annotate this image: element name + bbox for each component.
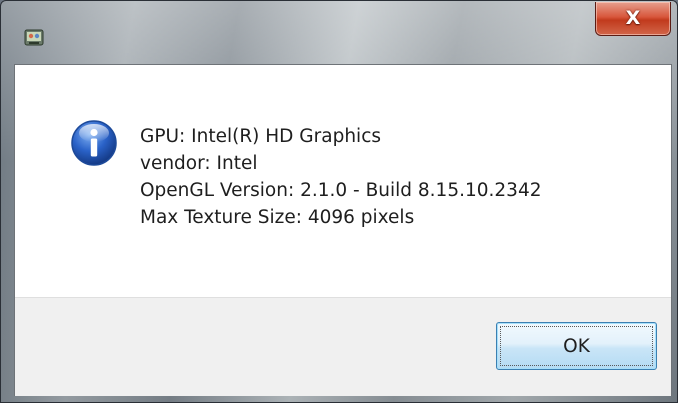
close-icon: X xyxy=(625,7,641,29)
close-button[interactable]: X xyxy=(595,2,671,36)
vendor-line: vendor: Intel xyxy=(140,153,258,174)
application-icon[interactable] xyxy=(24,28,44,48)
button-bar: OK xyxy=(15,297,671,396)
opengl-version-line: OpenGL Version: 2.1.0 - Build 8.15.10.23… xyxy=(140,180,542,201)
title-bar[interactable]: X xyxy=(1,1,677,63)
message-text: GPU: Intel(R) HD Graphics vendor: Intel … xyxy=(140,123,541,231)
message-area: GPU: Intel(R) HD Graphics vendor: Intel … xyxy=(15,65,671,297)
dialog-window: X GPU: Intel(R) HD Graphics vendor: Inte… xyxy=(0,0,678,403)
max-texture-size-line: Max Texture Size: 4096 pixels xyxy=(140,207,415,228)
information-icon xyxy=(70,119,118,167)
dialog-client-area: GPU: Intel(R) HD Graphics vendor: Intel … xyxy=(14,64,672,396)
ok-button[interactable]: OK xyxy=(496,322,657,370)
gpu-line: GPU: Intel(R) HD Graphics xyxy=(140,126,382,147)
ok-button-label: OK xyxy=(563,335,590,357)
